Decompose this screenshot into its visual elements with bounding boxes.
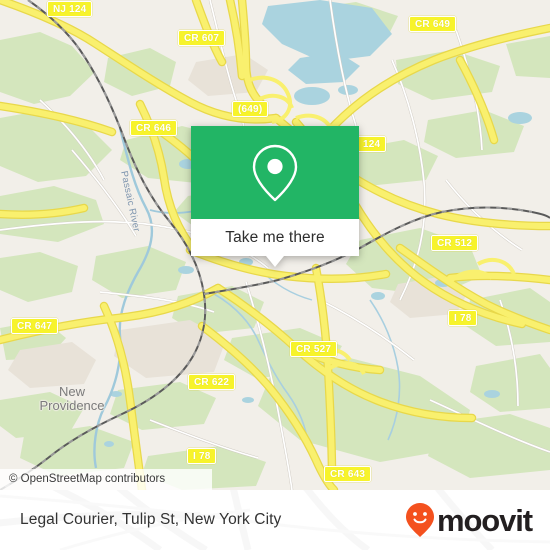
shield-cr-646[interactable]: CR 646 [130,120,178,136]
popup-pointer-tail [266,256,284,267]
shield-cr-512[interactable]: CR 512 [431,235,479,251]
map-attribution[interactable]: © OpenStreetMap contributors [0,469,212,490]
footer-bar: Legal Courier, Tulip St, New York City m… [0,490,550,550]
popup-header [191,126,359,219]
shield-cr-643[interactable]: CR 643 [324,466,372,482]
moovit-map-screenshot: Passaic River New Providence NJ 124 CR 6… [0,0,550,550]
shield-i-78-east[interactable]: I 78 [448,310,478,326]
take-me-there-label: Take me there [225,228,325,246]
shield-cr-607[interactable]: CR 607 [178,30,226,46]
shield-cr-622[interactable]: CR 622 [188,374,236,390]
popup-footer[interactable]: Take me there [191,219,359,256]
shield-nj-124-e[interactable]: 124 [357,136,387,152]
shield-cr-527[interactable]: CR 527 [290,341,338,357]
location-popup[interactable]: Take me there [191,126,359,267]
location-pin-icon [252,144,298,201]
moovit-smiley-pin-icon [405,503,434,537]
map-canvas[interactable]: Passaic River New Providence NJ 124 CR 6… [0,0,550,490]
shield-649-paren[interactable]: (649) [232,101,269,117]
shield-cr-647[interactable]: CR 647 [11,318,59,334]
moovit-brand[interactable]: moovit [405,490,533,550]
moovit-wordmark: moovit [436,502,533,538]
location-title: Legal Courier, Tulip St, New York City [20,511,282,528]
shield-nj-124-nw[interactable]: NJ 124 [47,1,93,17]
shield-i-78-southwest[interactable]: I 78 [187,448,217,464]
shield-cr-649[interactable]: CR 649 [409,16,457,32]
